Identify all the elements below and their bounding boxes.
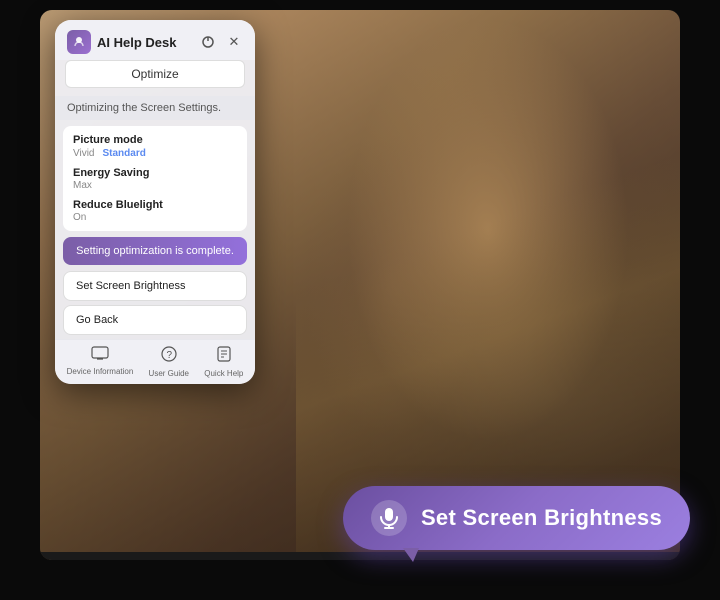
setting-picture-mode-alt: Standard (103, 148, 146, 159)
setting-energy-saving-value: Max (73, 180, 237, 191)
setting-picture-mode-value: Vivid (73, 148, 95, 159)
footer-quick-help[interactable]: Quick Help (204, 346, 243, 378)
setting-energy-saving-label: Energy Saving (73, 167, 237, 179)
ai-logo-icon (67, 30, 91, 54)
setting-bluelight-label: Reduce Bluelight (73, 199, 237, 211)
svg-text:?: ? (166, 350, 172, 361)
ai-helpdesk-panel: AI Help Desk ✕ Optimize Optimizing the S… (55, 20, 255, 384)
voice-bubble[interactable]: Set Screen Brightness (343, 486, 690, 550)
set-brightness-button[interactable]: Set Screen Brightness (63, 271, 247, 301)
setting-picture-mode-label: Picture mode (73, 134, 237, 146)
quick-help-icon (217, 346, 231, 367)
device-info-icon (91, 346, 109, 365)
tv-bottom-bar (40, 552, 680, 560)
status-bar: Optimizing the Screen Settings. (55, 96, 255, 120)
optimize-button[interactable]: Optimize (65, 60, 245, 88)
panel-header: AI Help Desk ✕ (55, 20, 255, 60)
setting-picture-mode: Picture mode Vivid Standard (73, 134, 237, 159)
setting-reduce-bluelight: Reduce Bluelight On (73, 199, 237, 223)
footer-device-info[interactable]: Device Information (67, 346, 134, 378)
settings-list: Picture mode Vivid Standard Energy Savin… (63, 126, 247, 231)
bubble-text: Set Screen Brightness (421, 505, 662, 531)
panel-footer: Device Information ? User Guide Quick H (55, 339, 255, 384)
setting-bluelight-value: On (73, 212, 237, 223)
complete-banner: Setting optimization is complete. (63, 237, 247, 265)
microphone-icon (371, 500, 407, 536)
power-button[interactable] (199, 33, 217, 51)
user-guide-label: User Guide (149, 369, 189, 378)
panel-title-row: AI Help Desk (67, 30, 176, 54)
header-icons: ✕ (199, 33, 243, 51)
go-back-button[interactable]: Go Back (63, 305, 247, 335)
panel-title: AI Help Desk (97, 35, 176, 50)
user-guide-icon: ? (161, 346, 177, 367)
close-button[interactable]: ✕ (225, 33, 243, 51)
status-text: Optimizing the Screen Settings. (67, 102, 221, 114)
quick-help-label: Quick Help (204, 369, 243, 378)
setting-energy-saving: Energy Saving Max (73, 167, 237, 191)
device-info-label: Device Information (67, 367, 134, 376)
footer-user-guide[interactable]: ? User Guide (149, 346, 189, 378)
